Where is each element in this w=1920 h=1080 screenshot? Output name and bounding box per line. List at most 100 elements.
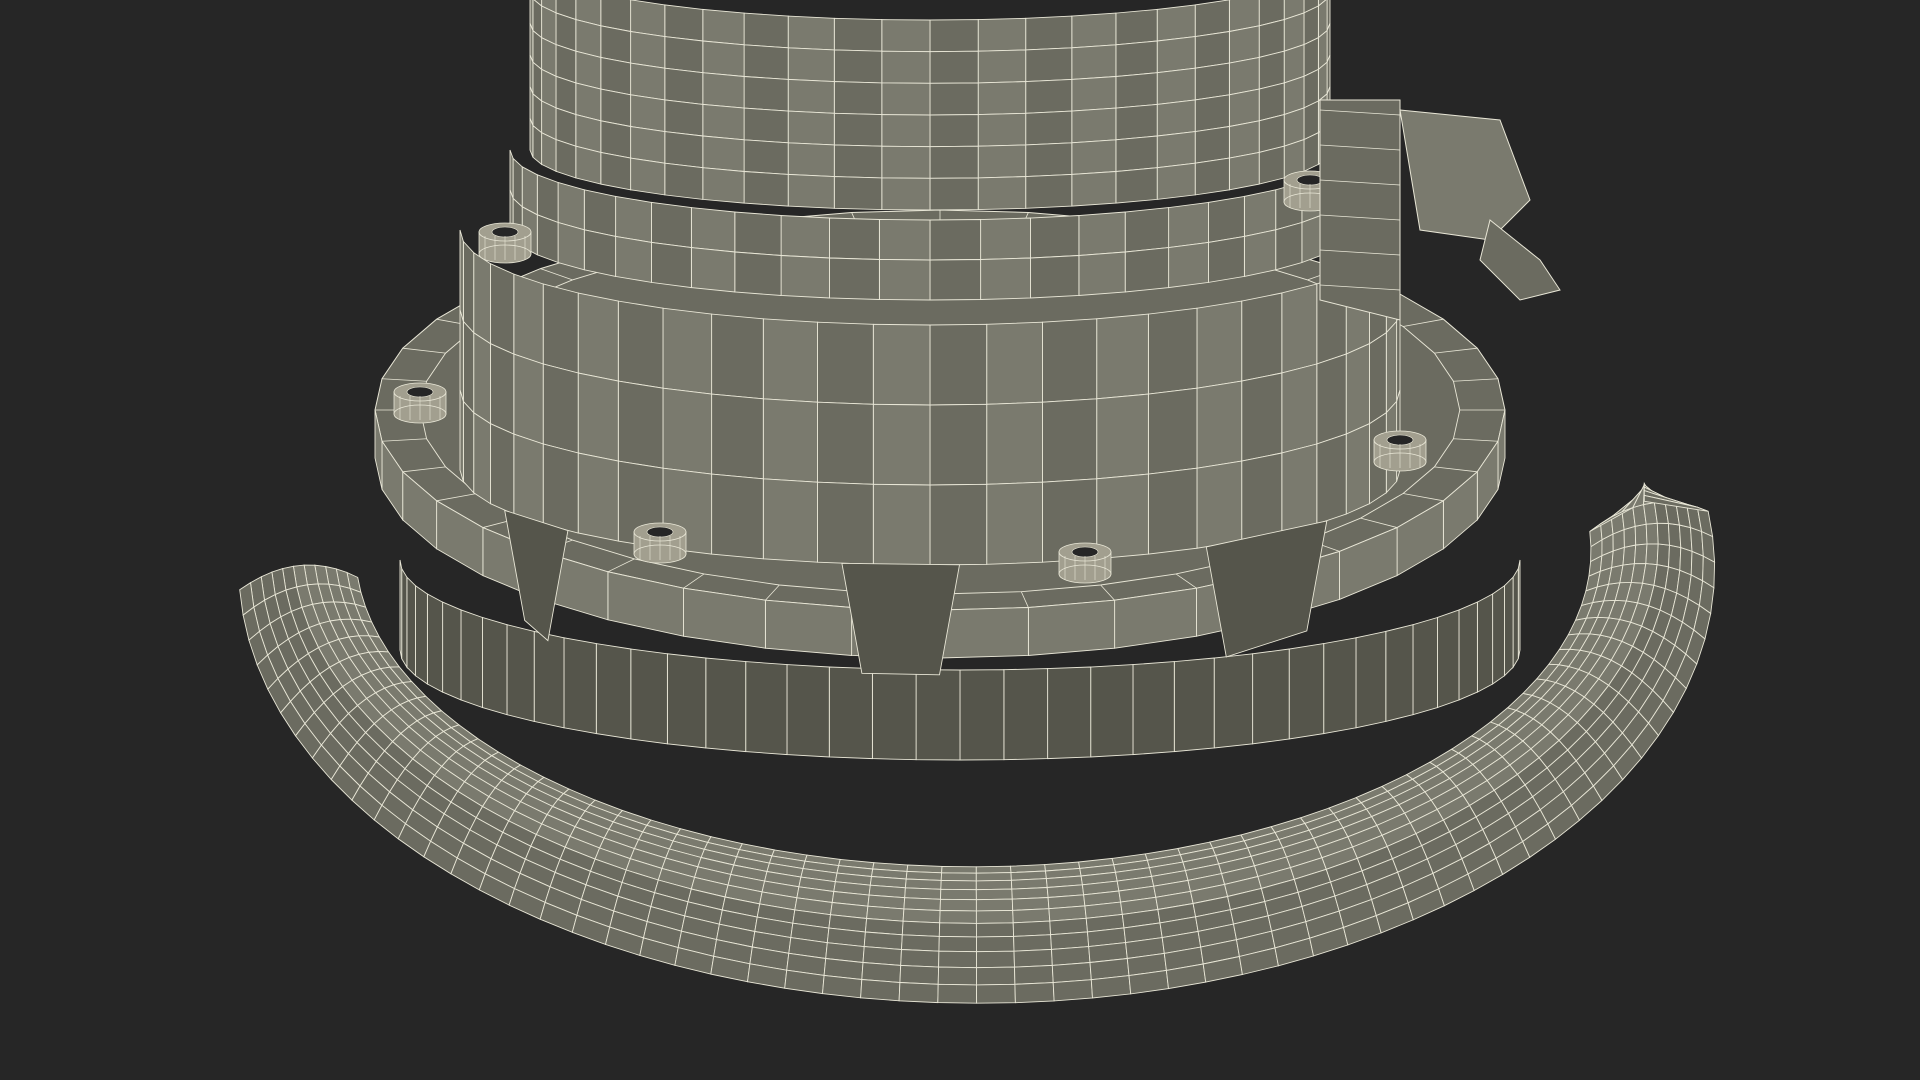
column-face	[986, 401, 1043, 485]
handle-face	[1011, 897, 1050, 911]
column-face	[513, 353, 544, 445]
column-face	[557, 181, 585, 231]
column-face	[473, 331, 491, 425]
column-face	[532, 124, 543, 166]
column-face	[762, 398, 818, 483]
base-side-face	[1213, 653, 1254, 749]
column-face	[1194, 125, 1230, 164]
column-face	[817, 481, 874, 565]
column-face	[762, 318, 818, 403]
base-side-face	[705, 657, 747, 753]
column-face	[711, 393, 764, 480]
column-face	[1243, 189, 1277, 237]
column-face	[929, 219, 982, 261]
bracket-plate	[1319, 99, 1401, 321]
base-side-face	[426, 593, 444, 693]
column-face	[1156, 99, 1196, 137]
column-face	[1228, 88, 1260, 128]
column-face	[1115, 72, 1158, 109]
column-face	[1316, 353, 1347, 445]
handle-face	[1668, 544, 1682, 571]
flange-side-face	[764, 599, 853, 656]
column-face	[929, 82, 979, 116]
column-face	[1281, 363, 1318, 454]
column-face	[662, 387, 713, 475]
column-face	[787, 47, 835, 83]
column-face	[1345, 423, 1370, 515]
column-face	[872, 483, 931, 566]
column-face	[734, 251, 782, 296]
wireframe-render	[0, 0, 1920, 1080]
column-face	[555, 138, 577, 179]
column-face	[1071, 12, 1117, 49]
column-face	[1281, 443, 1318, 534]
column-face	[762, 478, 818, 563]
column-face	[1096, 313, 1149, 400]
column-face	[1071, 76, 1117, 112]
column-face	[1385, 320, 1398, 414]
column-face	[1115, 135, 1158, 172]
column-face	[977, 144, 1027, 179]
handle-face	[975, 872, 1012, 882]
handle-face	[1633, 543, 1648, 565]
column-face	[490, 263, 515, 355]
column-face	[1025, 142, 1073, 178]
column-face	[1228, 120, 1260, 159]
column-face	[929, 259, 982, 301]
column-face	[630, 125, 666, 164]
column-face	[513, 273, 544, 365]
handle-face	[1052, 979, 1093, 1002]
base-side-face	[1132, 661, 1175, 756]
column-face	[929, 19, 979, 53]
column-face	[1147, 307, 1198, 395]
column-face	[829, 257, 880, 300]
base-side-face	[828, 666, 873, 760]
column-face	[664, 162, 704, 200]
column-face	[1078, 211, 1126, 256]
column-face	[1071, 171, 1117, 207]
handle-face	[902, 908, 941, 924]
column-face	[833, 81, 883, 116]
column-face	[1071, 139, 1117, 175]
column-face	[743, 139, 789, 175]
handle-face	[937, 983, 978, 1004]
3d-viewport[interactable]	[0, 0, 1920, 1080]
base-side-face	[1252, 648, 1290, 745]
base-side-face	[915, 669, 961, 761]
column-face	[513, 433, 544, 525]
handle-face	[1622, 544, 1637, 566]
column-face	[1168, 201, 1209, 249]
column-face	[980, 217, 1031, 260]
column-face	[1025, 78, 1073, 114]
base-side-face	[1412, 616, 1438, 716]
column-face	[702, 72, 745, 109]
base-side-face	[1288, 643, 1325, 740]
base-side-face	[506, 624, 535, 722]
base-side-face	[401, 566, 408, 669]
column-face	[1115, 8, 1158, 46]
flange-side-face	[1027, 599, 1116, 656]
column-face	[833, 176, 883, 211]
column-face	[557, 221, 585, 271]
base-side-face	[460, 609, 483, 709]
column-face	[702, 135, 745, 172]
bolt-hole	[1296, 174, 1324, 186]
handle-face	[975, 865, 1012, 874]
handle-face	[975, 879, 1013, 891]
column-face	[1156, 4, 1196, 42]
column-face	[617, 300, 664, 389]
column-face	[651, 241, 692, 289]
column-face	[1147, 467, 1198, 555]
column-face	[459, 229, 464, 322]
column-face	[1194, 94, 1230, 133]
handle-face	[1634, 523, 1648, 546]
handle-face	[1678, 524, 1693, 552]
base-side-face	[630, 648, 668, 745]
column-face	[780, 255, 830, 299]
column-face	[986, 481, 1043, 565]
column-face	[462, 240, 475, 334]
column-face	[829, 217, 880, 260]
column-face	[929, 114, 979, 148]
handle-face	[1014, 982, 1055, 1004]
handle-face	[939, 910, 977, 924]
